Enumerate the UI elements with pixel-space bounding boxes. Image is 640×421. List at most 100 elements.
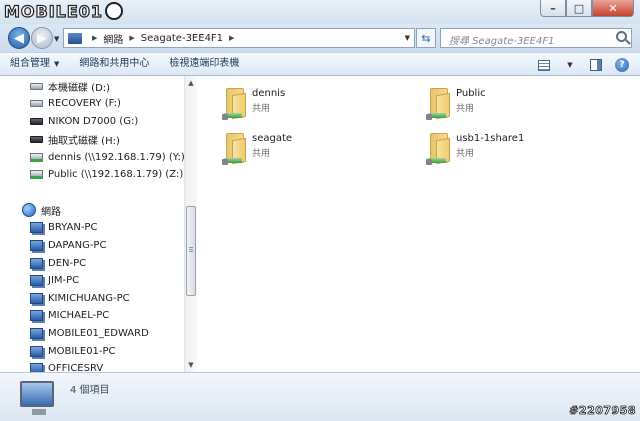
- network-globe-icon: [22, 203, 36, 217]
- breadcrumb-device[interactable]: Seagate-3EE4F1: [141, 33, 223, 44]
- hard-drive-icon: [30, 82, 43, 90]
- nav-item-computer[interactable]: MOBILE01_EDWARD: [30, 325, 149, 341]
- chevron-down-icon: ▼: [567, 61, 573, 69]
- title-bar: MOBILE01 – □ ✕: [0, 0, 640, 24]
- nav-item-label: DAPANG-PC: [48, 239, 107, 251]
- window-controls: – □ ✕: [540, 0, 634, 17]
- back-button[interactable]: ◀: [8, 27, 30, 49]
- scroll-up-arrow[interactable]: ▲: [185, 76, 197, 90]
- network-sharing-center-button[interactable]: 網路和共用中心: [69, 53, 159, 75]
- preview-pane-icon: [590, 59, 602, 71]
- nav-item-computer[interactable]: BRYAN-PC: [30, 219, 97, 235]
- view-options-icon: [538, 59, 550, 71]
- watermark-logo: MOBILE01: [3, 1, 124, 22]
- nav-item-computer[interactable]: MICHAEL-PC: [30, 307, 109, 323]
- search-input[interactable]: 搜尋 Seagate-3EE4F1: [440, 28, 632, 48]
- refresh-button[interactable]: ⇆: [416, 28, 436, 48]
- nav-item-computer[interactable]: JIM-PC: [30, 272, 79, 288]
- shared-folder-icon: [208, 84, 248, 120]
- hard-drive-icon: [30, 99, 43, 107]
- view-remote-printers-button[interactable]: 檢視遠端印表機: [159, 53, 249, 75]
- nav-item-label: MOBILE01_EDWARD: [48, 327, 149, 339]
- navigation-pane: 本機磁碟 (D:) RECOVERY (F:) NIKON D7000 (G:)…: [0, 76, 197, 372]
- nav-item-label: DEN-PC: [48, 257, 87, 269]
- computer-icon: [30, 345, 43, 357]
- removable-drive-icon: [30, 117, 43, 125]
- nav-item-drive-d[interactable]: 本機磁碟 (D:): [30, 78, 110, 94]
- nav-item-label: MOBILE01-PC: [48, 345, 116, 357]
- share-name: Public: [456, 88, 486, 99]
- nav-item-drive-g[interactable]: NIKON D7000 (G:): [30, 113, 138, 129]
- minimize-button[interactable]: –: [540, 0, 566, 17]
- computer-icon: [30, 274, 43, 286]
- address-bar[interactable]: ▶ 網路 ▶ Seagate-3EE4F1 ▶ ▼: [63, 28, 415, 48]
- nav-item-drive-f[interactable]: RECOVERY (F:): [30, 95, 121, 111]
- network-drive-icon: [30, 152, 43, 162]
- chevron-right-icon[interactable]: ▶: [92, 34, 97, 42]
- refresh-icon: ⇆: [421, 31, 431, 45]
- scrollbar-thumb[interactable]: [186, 206, 196, 296]
- share-item[interactable]: usb1-1share1 共用: [412, 129, 524, 169]
- nav-item-label: 網路: [41, 206, 61, 218]
- nav-item-drive-y[interactable]: dennis (\\192.168.1.79) (Y:): [30, 149, 185, 165]
- nav-item-label: KIMICHUANG-PC: [48, 292, 130, 304]
- computer-icon: [30, 309, 43, 321]
- removable-drive-icon: [30, 135, 43, 143]
- nav-item-computer[interactable]: MOBILE01-PC: [30, 343, 116, 359]
- post-id-watermark: #2207958: [569, 404, 636, 418]
- recent-pages-dropdown[interactable]: ▼: [54, 35, 59, 43]
- share-item[interactable]: seagate 共用: [208, 129, 292, 169]
- nav-item-label: NIKON D7000 (G:): [48, 115, 139, 127]
- computer-icon: [30, 239, 43, 251]
- forward-button[interactable]: ▶: [31, 27, 53, 49]
- share-item[interactable]: Public 共用: [412, 84, 486, 124]
- navigation-scrollbar[interactable]: ▲ ▼: [184, 76, 197, 372]
- maximize-button[interactable]: □: [566, 0, 592, 17]
- search-placeholder: 搜尋 Seagate-3EE4F1: [449, 36, 555, 47]
- scrollbar-grip: [189, 247, 193, 253]
- nav-item-label: 本機磁碟 (D:): [48, 82, 111, 94]
- share-type: 共用: [252, 104, 271, 114]
- address-history-dropdown[interactable]: ▼: [405, 34, 410, 42]
- preview-pane-button[interactable]: [586, 56, 606, 74]
- help-button[interactable]: ?: [612, 56, 632, 74]
- nav-item-network[interactable]: 網路: [22, 202, 61, 218]
- nav-item-drive-h[interactable]: 抽取式磁碟 (H:): [30, 131, 120, 147]
- computer-icon: [30, 221, 43, 233]
- nav-item-computer[interactable]: KIMICHUANG-PC: [30, 290, 130, 306]
- nav-item-drive-z[interactable]: Public (\\192.168.1.79) (Z:): [30, 166, 183, 182]
- content-area: dennis 共用 Public 共用 seagate 共用 usb1-1share1…: [198, 76, 634, 372]
- share-name: dennis: [252, 88, 286, 99]
- share-type: 共用: [456, 149, 475, 159]
- close-button[interactable]: ✕: [592, 0, 634, 17]
- scroll-down-arrow[interactable]: ▼: [185, 358, 197, 372]
- share-type: 共用: [456, 104, 475, 114]
- organize-menu[interactable]: 組合管理 ▼: [0, 53, 69, 75]
- share-item[interactable]: dennis 共用: [208, 84, 285, 124]
- nav-item-computer[interactable]: OFFICESRV: [30, 360, 103, 372]
- nav-item-label: MICHAEL-PC: [48, 309, 110, 321]
- view-options-dropdown[interactable]: ▼: [560, 56, 580, 74]
- search-icon[interactable]: [616, 31, 627, 42]
- computer-icon: [30, 257, 43, 269]
- organize-label: 組合管理: [10, 58, 50, 69]
- change-view-button[interactable]: [534, 56, 554, 74]
- breadcrumb-network[interactable]: 網路: [103, 31, 123, 46]
- nav-item-computer[interactable]: DEN-PC: [30, 255, 86, 271]
- computer-monitor-icon: [20, 381, 54, 415]
- computer-icon: [30, 292, 43, 304]
- nav-item-label: dennis (\\192.168.1.79) (Y:): [48, 151, 185, 163]
- command-bar: 組合管理 ▼ 網路和共用中心 檢視遠端印表機 ▼ ?: [0, 52, 640, 76]
- share-type: 共用: [252, 149, 271, 159]
- help-icon: ?: [615, 58, 629, 72]
- shared-folder-icon: [412, 84, 452, 120]
- item-count: 4 個項目: [70, 385, 110, 396]
- shared-folder-icon: [412, 129, 452, 165]
- details-pane: 4 個項目 #2207958: [0, 372, 640, 421]
- chevron-right-icon[interactable]: ▶: [229, 34, 234, 42]
- share-name: seagate: [252, 133, 293, 144]
- command-bar-tools: ▼ ?: [534, 53, 632, 77]
- nav-item-label: Public (\\192.168.1.79) (Z:): [48, 168, 184, 180]
- nav-item-computer[interactable]: DAPANG-PC: [30, 237, 106, 253]
- chevron-right-icon[interactable]: ▶: [129, 34, 134, 42]
